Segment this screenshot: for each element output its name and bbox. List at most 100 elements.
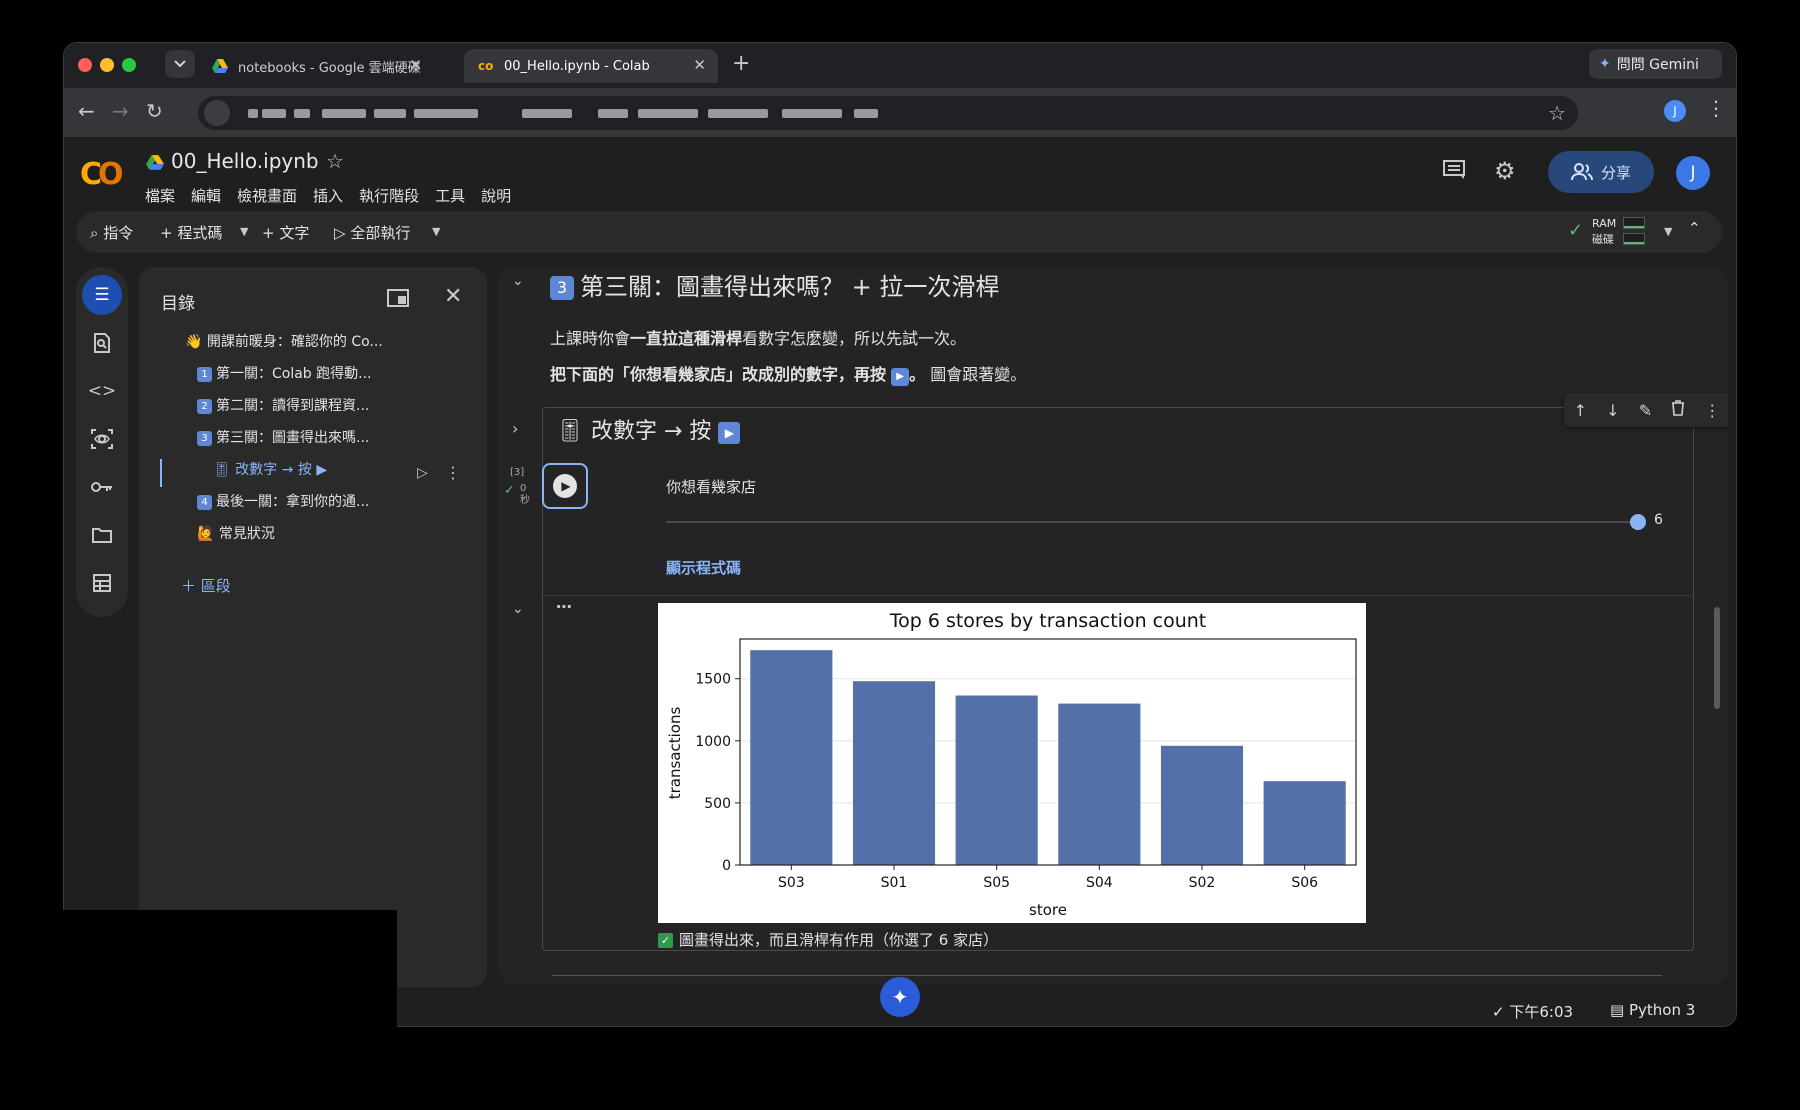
gear-icon[interactable]: ⚙: [1494, 157, 1516, 185]
toc-item[interactable]: 4 最後一關：拿到你的通...: [197, 491, 369, 511]
toc-item-active[interactable]: 🎚 改數字 → 按 ▶: [213, 459, 327, 479]
ask-gemini-button[interactable]: ✦ 問問 Gemini: [1589, 49, 1722, 79]
toc-item[interactable]: 2 第二關：讀得到課程資...: [197, 395, 369, 415]
address-bar[interactable]: ☆: [198, 96, 1578, 130]
toc-item[interactable]: 3 第三關：圖畫得出來嗎...: [197, 427, 369, 447]
find-replace-icon[interactable]: [82, 323, 122, 363]
kebab-menu-icon[interactable]: ⋮: [445, 463, 461, 482]
chevron-down-icon[interactable]: ▼: [432, 225, 440, 238]
cell-toolbar: ↑ ↓ ✎ ⋮: [1564, 393, 1728, 427]
section-number-badge: 4: [197, 495, 212, 510]
menu-runtime[interactable]: 執行階段: [359, 185, 419, 206]
output-menu-icon[interactable]: ⋯: [556, 597, 572, 616]
key-icon[interactable]: [82, 467, 122, 507]
scrollbar-thumb[interactable]: [1714, 607, 1720, 709]
slider-handle[interactable]: [1630, 514, 1646, 530]
forward-arrow-icon[interactable]: →: [112, 99, 129, 123]
menu-help[interactable]: 說明: [481, 185, 511, 206]
share-button[interactable]: 分享: [1548, 151, 1654, 193]
run-cell-button[interactable]: ▶: [542, 463, 588, 509]
chevron-down-icon[interactable]: ▼: [240, 225, 248, 238]
redacted-url: [598, 109, 628, 118]
chevron-down-icon[interactable]: ⌄: [512, 601, 524, 617]
command-palette-button[interactable]: ⌕ 指令: [90, 222, 133, 243]
bar-S03: [750, 650, 833, 865]
menu-file[interactable]: 檔案: [145, 185, 175, 206]
new-tab-button[interactable]: +: [732, 51, 750, 76]
zoom-window-button[interactable]: [122, 58, 136, 72]
google-drive-icon[interactable]: [146, 155, 164, 171]
check-icon: ✓: [1492, 1003, 1505, 1021]
section-heading-text: 第三關：圖畫得出來嗎？ + 拉一次滑桿: [580, 273, 1000, 301]
run-all-button[interactable]: ▷ 全部執行: [334, 222, 410, 243]
play-outline-icon[interactable]: ▷: [417, 465, 428, 481]
redacted-url: [374, 109, 406, 118]
open-in-tab-icon[interactable]: [387, 289, 409, 312]
close-tab-icon[interactable]: ✕: [409, 56, 422, 74]
folder-icon[interactable]: [82, 515, 122, 555]
redacted-url: [294, 109, 310, 118]
edit-pencil-icon[interactable]: ✎: [1639, 401, 1652, 420]
code-snippets-icon[interactable]: <>: [82, 371, 122, 411]
arrow-up-icon[interactable]: ↑: [1574, 401, 1587, 420]
back-arrow-icon[interactable]: ←: [78, 99, 95, 123]
redacted-url: [248, 109, 258, 118]
section-number-badge: 2: [197, 399, 212, 414]
google-drive-icon: [212, 58, 228, 74]
toc-icon[interactable]: ☰: [82, 275, 122, 315]
tab-drive[interactable]: notebooks - Google 雲端硬碟 ✕: [198, 49, 434, 83]
tab-search-button[interactable]: [165, 50, 195, 78]
menu-view[interactable]: 檢視畫面: [237, 185, 297, 206]
add-code-button[interactable]: + 程式碼: [160, 222, 222, 243]
gemini-fab-button[interactable]: ✦: [880, 977, 920, 1017]
browser-profile-avatar[interactable]: J: [1664, 100, 1686, 122]
bar-S02: [1160, 745, 1244, 865]
menu-insert[interactable]: 插入: [313, 185, 343, 206]
comments-icon[interactable]: [1442, 159, 1466, 187]
chevron-down-icon[interactable]: ▼: [1664, 225, 1672, 238]
variables-icon[interactable]: [82, 419, 122, 459]
last-saved-time[interactable]: ✓ 下午6:03: [1492, 1001, 1573, 1022]
slider-track[interactable]: [666, 521, 1646, 523]
site-info-icon[interactable]: [204, 100, 230, 126]
x-tick-label: S01: [881, 875, 908, 891]
minimize-window-button[interactable]: [100, 58, 114, 72]
trash-icon[interactable]: [1671, 400, 1685, 420]
close-window-button[interactable]: [78, 58, 92, 72]
left-rail: ☰ <>: [76, 267, 128, 617]
star-icon[interactable]: ☆: [326, 149, 344, 173]
chevron-right-icon[interactable]: ›: [512, 419, 518, 438]
resource-labels[interactable]: RAM 磁碟: [1592, 216, 1616, 248]
bookmark-star-icon[interactable]: ☆: [1548, 101, 1566, 125]
add-section-button[interactable]: ＋ 區段: [181, 575, 231, 596]
people-icon: [1570, 163, 1593, 181]
toc-item[interactable]: 👋 開課前暖身：確認你的 Co...: [185, 331, 383, 351]
show-code-link[interactable]: 顯示程式碼: [666, 557, 741, 578]
kebab-menu-icon[interactable]: ⋮: [1706, 96, 1726, 120]
play-outline-icon: ▷: [334, 224, 346, 242]
toc-item[interactable]: 🙋 常見狀況: [197, 523, 275, 543]
menu-edit[interactable]: 編輯: [191, 185, 221, 206]
reload-icon[interactable]: ↻: [146, 99, 163, 123]
redacted-url: [414, 109, 478, 118]
close-icon[interactable]: ✕: [444, 284, 462, 309]
runtime-indicator[interactable]: ▤ Python 3: [1610, 1001, 1695, 1019]
arrow-down-icon[interactable]: ↓: [1606, 401, 1619, 420]
browser-window: notebooks - Google 雲端硬碟 ✕ co 00_Hello.ip…: [63, 42, 1737, 1027]
close-tab-icon[interactable]: ✕: [693, 56, 706, 74]
chevron-down-icon[interactable]: ⌄: [512, 273, 524, 289]
menu-tools[interactable]: 工具: [435, 185, 465, 206]
toc-item[interactable]: 1 第一關：Colab 跑得動...: [197, 363, 372, 383]
table-icon[interactable]: [82, 563, 122, 603]
avatar[interactable]: J: [1676, 156, 1710, 190]
colab-logo-icon[interactable]: CO: [80, 157, 123, 192]
kebab-menu-icon[interactable]: ⋮: [1704, 401, 1720, 420]
bar-chart: Top 6 stores by transaction count store …: [666, 610, 1357, 919]
ram-meter[interactable]: [1623, 217, 1645, 229]
disk-meter[interactable]: [1623, 233, 1645, 245]
notebook-title[interactable]: 00_Hello.ipynb: [171, 149, 319, 173]
chevron-up-icon[interactable]: ⌃: [1688, 219, 1701, 237]
add-text-button[interactable]: + 文字: [262, 222, 309, 243]
chart-output: Top 6 stores by transaction count store …: [658, 603, 1366, 923]
tab-colab[interactable]: co 00_Hello.ipynb - Colab ✕: [464, 49, 718, 83]
